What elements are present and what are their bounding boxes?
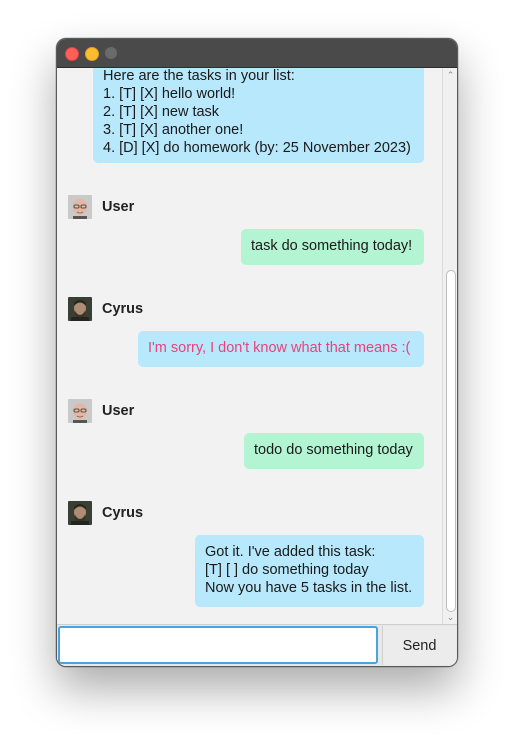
- dialog-container[interactable]: Here are the tasks in your list: 1. [T] …: [57, 68, 442, 624]
- sender-name: User: [102, 199, 135, 215]
- bot-avatar: [68, 501, 92, 525]
- message-line: I'm sorry, I don't know what that means …: [148, 340, 411, 356]
- sender-name: Cyrus: [102, 505, 144, 521]
- sender-name: User: [102, 403, 135, 419]
- user-message-bubble: todo do something today: [244, 433, 424, 469]
- message-line: todo do something today: [254, 442, 413, 458]
- scrollbar-thumb[interactable]: [446, 270, 456, 612]
- message-line: [T] [ ] do something today: [205, 562, 369, 578]
- bot-message-bubble: Here are the tasks in your list: 1. [T] …: [93, 68, 424, 163]
- bot-message-bubble: Got it. I've added this task: [T] [ ] do…: [195, 535, 424, 607]
- message-line: 1. [T] [X] hello world!: [103, 86, 236, 102]
- scroll-down-arrow-icon[interactable]: ⌄: [443, 611, 457, 623]
- bot-avatar: [68, 297, 92, 321]
- user-message-bubble: task do something today!: [241, 229, 424, 265]
- message-line: 3. [T] [X] another one!: [103, 122, 244, 138]
- zoom-window-icon[interactable]: [105, 47, 117, 59]
- title-bar: [57, 39, 457, 68]
- message-line: task do something today!: [251, 238, 413, 254]
- vertical-scrollbar[interactable]: ⌃ ⌄: [442, 68, 457, 624]
- user-avatar: [68, 195, 92, 219]
- user-avatar: [68, 399, 92, 423]
- app-window: Here are the tasks in your list: 1. [T] …: [56, 38, 458, 667]
- scroll-up-arrow-icon[interactable]: ⌃: [443, 69, 457, 81]
- message-line: 4. [D] [X] do homework (by: 25 November …: [103, 140, 411, 156]
- minimize-window-icon[interactable]: [85, 47, 99, 61]
- message-line: 2. [T] [X] new task: [103, 104, 220, 120]
- message-line: Here are the tasks in your list:: [103, 68, 295, 84]
- input-bar: Send: [57, 624, 457, 666]
- bot-error-message-bubble: I'm sorry, I don't know what that means …: [138, 331, 424, 367]
- message-line: Got it. I've added this task:: [205, 544, 376, 560]
- close-window-icon[interactable]: [65, 47, 79, 61]
- message-line: Now you have 5 tasks in the list.: [205, 580, 413, 596]
- sender-name: Cyrus: [102, 301, 144, 317]
- send-button[interactable]: Send: [382, 626, 456, 665]
- message-input[interactable]: [58, 626, 378, 664]
